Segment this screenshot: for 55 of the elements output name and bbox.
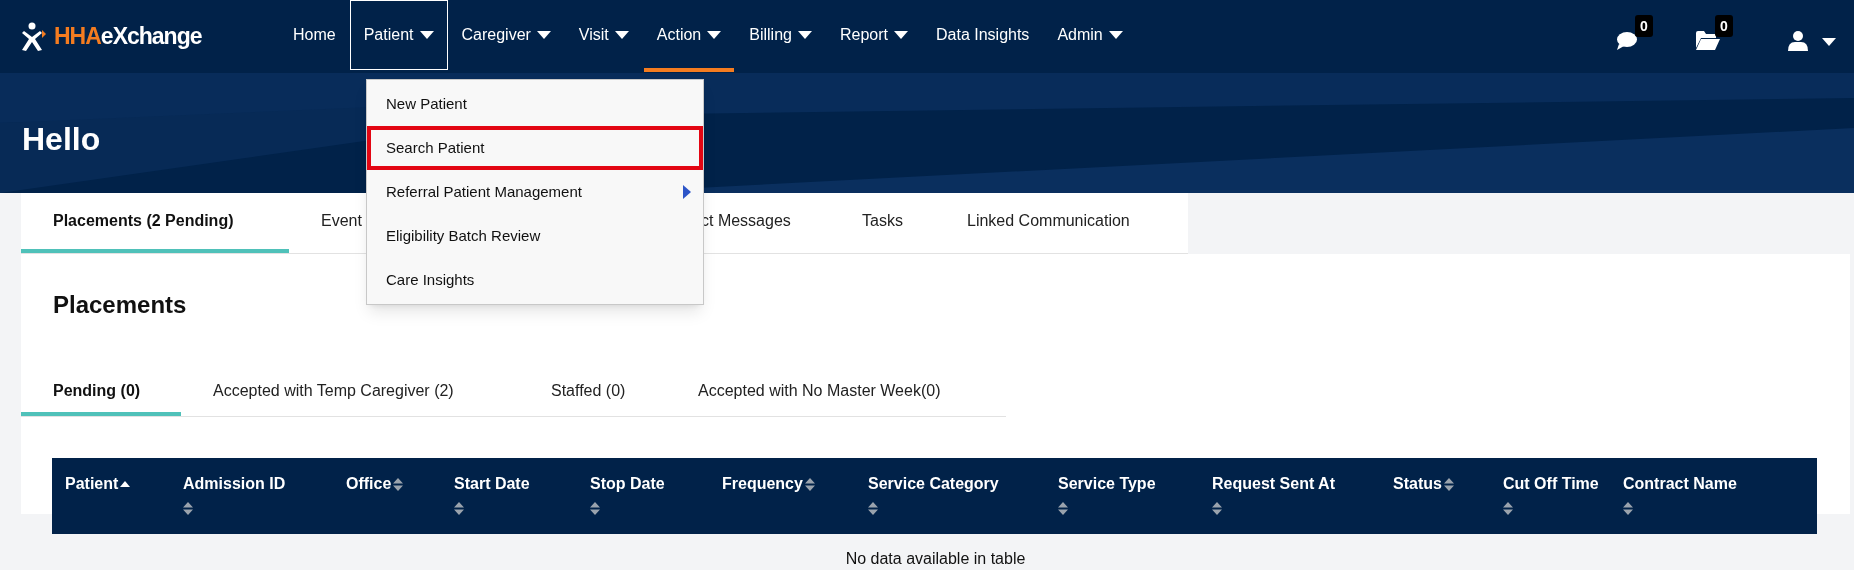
menu-item[interactable]: Eligibility Batch Review bbox=[367, 214, 703, 258]
sort-ascending-icon[interactable] bbox=[120, 481, 131, 487]
sub-tab[interactable]: Staffed (0) bbox=[519, 369, 666, 416]
chat-bubble-icon[interactable] bbox=[1616, 30, 1638, 51]
tab[interactable]: Linked Communication bbox=[935, 193, 1188, 253]
empty-table-message: No data available in table bbox=[844, 549, 1027, 569]
count-badge: 0 bbox=[1635, 14, 1653, 37]
sub-tab[interactable]: Accepted with Temp Caregiver (2) bbox=[181, 369, 519, 416]
column-header[interactable]: Service Type bbox=[1058, 472, 1156, 496]
sort-icon[interactable] bbox=[183, 502, 193, 515]
sort-icon[interactable] bbox=[1058, 502, 1068, 515]
logo-text: HHAeXchange bbox=[54, 25, 202, 48]
nav-menu-item[interactable]: Report bbox=[825, 0, 922, 70]
column-header[interactable]: Request Sent At bbox=[1212, 472, 1335, 496]
person-figure-icon bbox=[22, 21, 48, 52]
user-icon[interactable] bbox=[1788, 30, 1808, 51]
column-header[interactable]: Service Category bbox=[868, 472, 999, 496]
greeting-heading: Hello bbox=[22, 120, 101, 159]
nav-menu-item[interactable]: Data Insights bbox=[922, 0, 1044, 70]
column-header[interactable]: Admission ID bbox=[183, 472, 286, 496]
column-header[interactable]: Frequency bbox=[722, 472, 803, 496]
nav-menu-item[interactable]: Billing bbox=[735, 0, 826, 70]
nav-menu-item[interactable]: Visit bbox=[564, 0, 643, 70]
column-header[interactable]: Start Date bbox=[454, 472, 530, 496]
sort-icon[interactable] bbox=[868, 502, 878, 515]
nav-menu-item[interactable]: Caregiver bbox=[447, 0, 565, 70]
menu-item[interactable]: Search Patient bbox=[367, 126, 703, 170]
column-header[interactable]: Office bbox=[346, 472, 392, 496]
nav-menu-item[interactable]: Action bbox=[642, 0, 736, 70]
sub-tab[interactable]: Accepted with No Master Week(0) bbox=[666, 369, 1006, 416]
sort-icon[interactable] bbox=[1212, 502, 1222, 515]
sort-icon[interactable] bbox=[454, 502, 464, 515]
sort-icon[interactable] bbox=[1503, 502, 1513, 515]
menu-item[interactable]: Care Insights bbox=[367, 258, 703, 302]
column-header[interactable]: Stop Date bbox=[590, 472, 665, 496]
sort-icon[interactable] bbox=[393, 477, 404, 491]
column-header[interactable]: Contract Name bbox=[1623, 472, 1737, 496]
column-header[interactable]: Status bbox=[1393, 472, 1442, 496]
nav-menu-item[interactable]: Admin bbox=[1043, 0, 1137, 70]
count-badge: 0 bbox=[1715, 15, 1733, 37]
sub-tab[interactable]: Pending (0) bbox=[21, 369, 181, 416]
sort-icon[interactable] bbox=[1623, 502, 1633, 515]
section-heading: Placements bbox=[53, 290, 187, 320]
sort-icon[interactable] bbox=[590, 502, 600, 515]
column-header[interactable]: Cut Off Time bbox=[1503, 472, 1599, 496]
sort-icon[interactable] bbox=[1443, 477, 1454, 491]
nav-menu-item[interactable]: Home bbox=[279, 0, 350, 70]
tab[interactable]: Tasks bbox=[830, 193, 935, 253]
column-header[interactable]: Patient bbox=[65, 472, 119, 496]
folder-icon[interactable] bbox=[1696, 31, 1720, 50]
nav-menu-item[interactable]: Patient bbox=[349, 0, 448, 70]
menu-item[interactable]: New Patient bbox=[367, 82, 703, 126]
menu-item[interactable]: Referral Patient Management bbox=[367, 170, 703, 214]
sort-icon[interactable] bbox=[804, 477, 815, 491]
caret-icon[interactable] bbox=[1822, 37, 1836, 46]
